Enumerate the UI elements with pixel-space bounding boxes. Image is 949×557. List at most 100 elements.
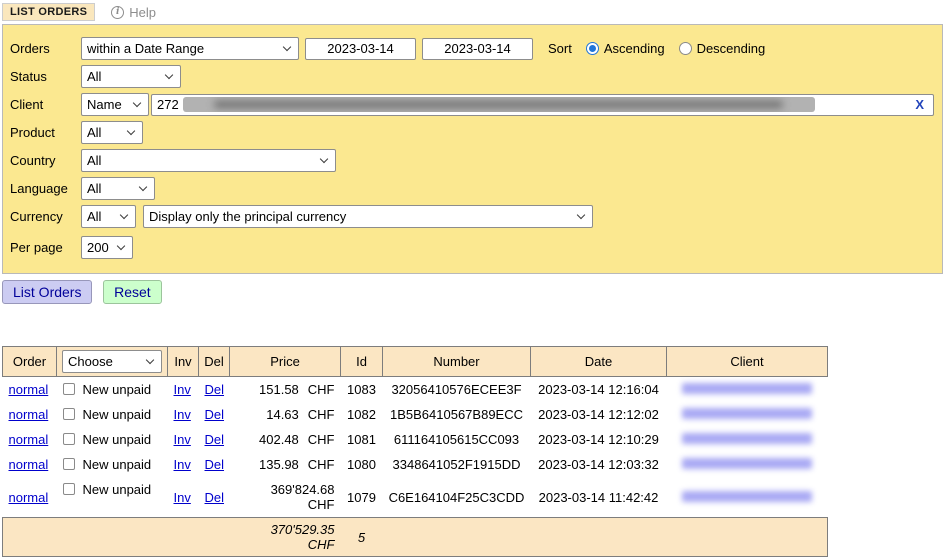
id-cell: 1082 xyxy=(341,402,383,427)
delete-link[interactable]: Del xyxy=(205,382,225,397)
order-link[interactable]: normal xyxy=(9,490,49,505)
sort-label: Sort xyxy=(548,41,572,56)
form-actions: List Orders Reset xyxy=(2,280,949,304)
id-column-header: Id xyxy=(341,347,383,377)
invoice-link[interactable]: Inv xyxy=(174,490,191,505)
client-search-by-select[interactable]: Name xyxy=(81,93,149,116)
country-label: Country xyxy=(10,153,81,168)
status-select[interactable]: All xyxy=(81,65,181,88)
sort-ascending-option[interactable]: Ascending xyxy=(586,41,665,56)
client-link[interactable] xyxy=(682,458,812,469)
order-link[interactable]: normal xyxy=(9,407,49,422)
delete-link[interactable]: Del xyxy=(205,490,225,505)
client-link[interactable] xyxy=(682,491,812,502)
row-checkbox[interactable] xyxy=(63,433,75,445)
id-cell: 1079 xyxy=(341,477,383,518)
list-orders-button[interactable]: List Orders xyxy=(2,280,92,304)
country-filter-row: Country All xyxy=(10,149,942,172)
date-cell: 2023-03-14 12:03:32 xyxy=(531,452,667,477)
order-link[interactable]: normal xyxy=(9,382,49,397)
id-cell: 1081 xyxy=(341,427,383,452)
help-link[interactable]: i Help xyxy=(111,5,156,20)
page-title: LIST ORDERS xyxy=(2,3,95,21)
currency-select[interactable]: All xyxy=(81,205,136,228)
orders-table-header: Order Choose Inv Del Price Id Number Dat… xyxy=(3,347,828,377)
price-cell: 14.63CHF xyxy=(230,402,341,427)
product-label: Product xyxy=(10,125,81,140)
row-checkbox[interactable] xyxy=(63,483,75,495)
client-link[interactable] xyxy=(682,433,812,444)
currency-label: Currency xyxy=(10,209,81,224)
date-to-input[interactable] xyxy=(422,38,533,60)
reset-button[interactable]: Reset xyxy=(103,280,162,304)
status-label: New unpaid xyxy=(83,457,152,472)
orders-filter-row: Orders within a Date Range Sort Ascendin… xyxy=(10,37,942,60)
orders-table-body: normal New unpaid Inv Del 151.58CHF 1083… xyxy=(3,377,828,518)
status-label: New unpaid xyxy=(83,432,152,447)
invoice-link[interactable]: Inv xyxy=(174,432,191,447)
totals-row: 370'529.35CHF 5 xyxy=(3,518,828,557)
date-from-input[interactable] xyxy=(305,38,416,60)
per-page-filter-row: Per page 200 xyxy=(10,236,942,259)
inv-column-header: Inv xyxy=(168,347,199,377)
ascending-label: Ascending xyxy=(604,41,665,56)
product-filter-row: Product All xyxy=(10,121,942,144)
per-page-select[interactable]: 200 xyxy=(81,236,133,259)
per-page-label: Per page xyxy=(10,240,81,255)
filter-panel: Orders within a Date Range Sort Ascendin… xyxy=(2,24,943,274)
row-count: 5 xyxy=(341,518,383,557)
currency-display-select[interactable]: Display only the principal currency xyxy=(143,205,593,228)
product-select[interactable]: All xyxy=(81,121,143,144)
client-search-input[interactable]: 272 X xyxy=(151,94,934,116)
country-select[interactable]: All xyxy=(81,149,336,172)
number-cell: C6E164104F25C3CDD xyxy=(383,477,531,518)
row-checkbox[interactable] xyxy=(63,458,75,470)
order-link[interactable]: normal xyxy=(9,432,49,447)
clear-client-button[interactable]: X xyxy=(915,97,924,112)
date-column-header: Date xyxy=(531,347,667,377)
client-link[interactable] xyxy=(682,408,812,419)
client-label: Client xyxy=(10,97,81,112)
date-cell: 2023-03-14 12:10:29 xyxy=(531,427,667,452)
row-checkbox[interactable] xyxy=(63,408,75,420)
orders-table: Order Choose Inv Del Price Id Number Dat… xyxy=(2,346,828,557)
order-link[interactable]: normal xyxy=(9,457,49,472)
page: LIST ORDERS i Help Orders within a Date … xyxy=(0,0,949,557)
delete-link[interactable]: Del xyxy=(205,457,225,472)
date-cell: 2023-03-14 11:42:42 xyxy=(531,477,667,518)
price-cell: 151.58CHF xyxy=(230,377,341,403)
sort-descending-option[interactable]: Descending xyxy=(679,41,766,56)
date-cell: 2023-03-14 12:16:04 xyxy=(531,377,667,403)
language-label: Language xyxy=(10,181,81,196)
number-cell: 611164105615CC093 xyxy=(383,427,531,452)
topbar: LIST ORDERS i Help xyxy=(2,2,949,22)
orders-table-footer: 370'529.35CHF 5 xyxy=(3,518,828,557)
redacted-text xyxy=(214,101,783,108)
order-range-select[interactable]: within a Date Range xyxy=(81,37,299,60)
invoice-link[interactable]: Inv xyxy=(174,382,191,397)
price-cell: 402.48CHF xyxy=(230,427,341,452)
delete-link[interactable]: Del xyxy=(205,407,225,422)
status-label: New unpaid xyxy=(83,407,152,422)
table-row: normal New unpaid Inv Del 369'824.68CHF … xyxy=(3,477,828,518)
sort-group: Sort Ascending Descending xyxy=(548,41,765,56)
language-select[interactable]: All xyxy=(81,177,155,200)
table-row: normal New unpaid Inv Del 151.58CHF 1083… xyxy=(3,377,828,403)
invoice-link[interactable]: Inv xyxy=(174,407,191,422)
number-cell: 32056410576ECEE3F xyxy=(383,377,531,403)
number-cell: 3348641052F1915DD xyxy=(383,452,531,477)
invoice-link[interactable]: Inv xyxy=(174,457,191,472)
descending-radio[interactable] xyxy=(679,42,692,55)
info-icon: i xyxy=(111,6,124,19)
number-column-header: Number xyxy=(383,347,531,377)
bulk-action-select[interactable]: Choose xyxy=(62,350,162,373)
id-cell: 1080 xyxy=(341,452,383,477)
order-column-header: Order xyxy=(3,347,57,377)
client-column-header: Client xyxy=(667,347,828,377)
ascending-radio[interactable] xyxy=(586,42,599,55)
client-link[interactable] xyxy=(682,383,812,394)
delete-link[interactable]: Del xyxy=(205,432,225,447)
status-label: Status xyxy=(10,69,81,84)
del-column-header: Del xyxy=(199,347,230,377)
row-checkbox[interactable] xyxy=(63,383,75,395)
